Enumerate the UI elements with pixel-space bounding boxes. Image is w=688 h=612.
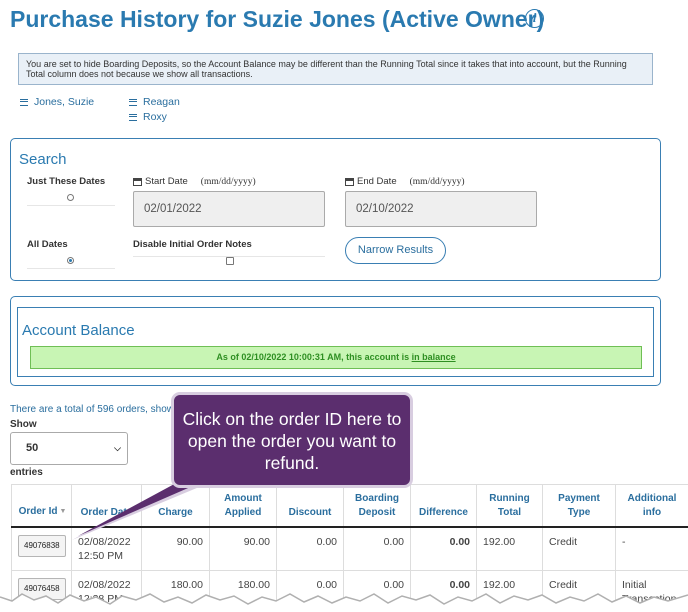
account-balance-title: Account Balance: [22, 322, 135, 339]
balance-status-text: As of 02/10/2022 10:00:31 AM, this accou…: [216, 352, 412, 362]
col-charge[interactable]: Charge: [141, 484, 210, 528]
all-dates-radio[interactable]: [67, 257, 74, 264]
col-amount-applied[interactable]: Amount Applied: [209, 484, 277, 528]
table-header-row: Order Id ▼ Order Date Charge Amount Appli…: [11, 484, 688, 528]
col-discount[interactable]: Discount: [276, 484, 344, 528]
sort-down-icon: ▼: [59, 507, 67, 515]
order-id-cell: 49076838: [11, 526, 72, 571]
menu-icon: [129, 113, 137, 121]
difference-cell: 0.00: [410, 569, 477, 612]
entries-select-value: 50: [26, 442, 39, 454]
pet-link-label: Reagan: [143, 96, 180, 108]
amount-applied-cell: 90.00: [209, 526, 277, 571]
in-balance-link[interactable]: in balance: [412, 352, 456, 362]
disable-notes-label: Disable Initial Order Notes: [133, 239, 252, 250]
start-date-label: Start Date (mm/dd/yyyy): [133, 176, 256, 187]
col-order-id[interactable]: Order Id ▼: [11, 484, 72, 528]
order-id-cell: 49076458: [11, 569, 72, 612]
disable-notes-checkbox[interactable]: [226, 257, 234, 265]
chevron-down-icon: ⌵: [114, 443, 121, 453]
narrow-results-button[interactable]: Narrow Results: [345, 237, 446, 264]
calendar-icon: [345, 177, 354, 186]
start-date-text: Start Date: [145, 176, 188, 187]
search-panel: Search Just These Dates All Dates Start …: [10, 138, 661, 281]
end-date-text: End Date: [357, 176, 397, 187]
boarding-deposit-cell: 0.00: [343, 569, 411, 612]
entries-select[interactable]: 50 ⌵: [10, 432, 128, 465]
pet-link-reagan[interactable]: Reagan: [129, 96, 180, 108]
payment-type-cell: Credit: [542, 569, 616, 612]
date-format-hint: (mm/dd/yyyy): [409, 176, 465, 187]
pet-link-label: Roxy: [143, 111, 167, 123]
divider: [27, 205, 115, 206]
divider: [27, 268, 115, 269]
menu-icon: [129, 98, 137, 106]
running-total-cell: 192.00: [476, 569, 543, 612]
col-boarding-deposit[interactable]: Boarding Deposit: [343, 484, 411, 528]
col-additional-info[interactable]: Additional info: [615, 484, 688, 528]
boarding-deposit-cell: 0.00: [343, 526, 411, 571]
pet-link-roxy[interactable]: Roxy: [129, 111, 167, 123]
start-date-input[interactable]: 02/01/2022: [133, 191, 325, 227]
search-title: Search: [19, 151, 67, 168]
table-row: 49076838 02/08/2022 12:50 PM 90.00 90.00…: [11, 526, 688, 571]
discount-cell: 0.00: [276, 569, 344, 612]
show-label: Show: [10, 419, 37, 430]
col-label: Order Id: [18, 505, 58, 517]
instruction-callout: Click on the order ID here to open the o…: [171, 392, 413, 488]
owner-link[interactable]: Jones, Suzie: [20, 96, 94, 108]
order-date-cell: 02/08/2022 12:38 PM: [71, 569, 142, 612]
menu-icon: [20, 98, 28, 106]
end-date-label: End Date (mm/dd/yyyy): [345, 176, 465, 187]
orders-table: Order Id ▼ Order Date Charge Amount Appli…: [11, 484, 688, 612]
divider: [133, 256, 325, 257]
orders-summary: There are a total of 596 orders, show: [10, 404, 174, 415]
additional-info-cell: Initial Transaction: [615, 569, 688, 612]
running-total-cell: 192.00: [476, 526, 543, 571]
col-order-date[interactable]: Order Date: [71, 484, 142, 528]
amount-applied-cell: 180.00: [209, 569, 277, 612]
calendar-icon: [133, 177, 142, 186]
charge-cell: 180.00: [141, 569, 210, 612]
additional-info-cell: -: [615, 526, 688, 571]
end-date-input[interactable]: 02/10/2022: [345, 191, 537, 227]
payment-type-cell: Credit: [542, 526, 616, 571]
col-difference[interactable]: Difference: [410, 484, 477, 528]
entries-label: entries: [10, 467, 43, 478]
difference-cell: 0.00: [410, 526, 477, 571]
page-title: Purchase History for Suzie Jones (Active…: [10, 6, 545, 32]
hidden-deposits-notice: You are set to hide Boarding Deposits, s…: [18, 53, 653, 85]
info-icon[interactable]: i: [525, 9, 544, 28]
just-these-dates-radio[interactable]: [67, 194, 74, 201]
table-row: 49076458 02/08/2022 12:38 PM 180.00 180.…: [11, 569, 688, 612]
col-running-total[interactable]: Running Total: [476, 484, 543, 528]
discount-cell: 0.00: [276, 526, 344, 571]
order-id-button[interactable]: 49076458: [18, 577, 66, 600]
owner-link-label: Jones, Suzie: [34, 96, 95, 108]
balance-status: As of 02/10/2022 10:00:31 AM, this accou…: [30, 346, 642, 369]
order-date-cell: 02/08/2022 12:50 PM: [71, 526, 142, 571]
date-format-hint: (mm/dd/yyyy): [200, 176, 256, 187]
account-balance-panel: Account Balance As of 02/10/2022 10:00:3…: [10, 296, 661, 386]
just-these-dates-label: Just These Dates: [27, 176, 106, 187]
col-payment-type[interactable]: Payment Type: [542, 484, 616, 528]
charge-cell: 90.00: [141, 526, 210, 571]
order-id-button[interactable]: 49076838: [18, 534, 66, 557]
all-dates-label: All Dates: [27, 239, 68, 250]
